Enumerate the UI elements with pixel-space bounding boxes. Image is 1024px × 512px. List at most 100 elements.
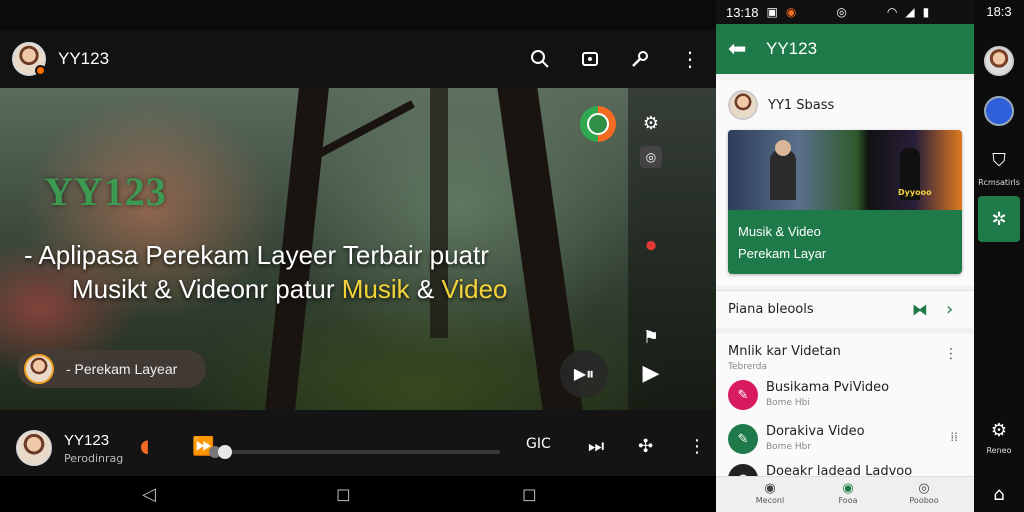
wrench-icon[interactable] <box>628 47 652 71</box>
video-list: Mnlik kar Videtan Tebrerda ⋮ ✎ Busikama … <box>716 334 974 476</box>
play-side-icon[interactable]: ▶ <box>640 361 662 386</box>
thumbnail-person <box>770 140 796 200</box>
nav-label: Fooa <box>838 496 858 505</box>
live-dot-icon <box>35 65 46 76</box>
nav-item-meconl[interactable]: ◉ Meconl <box>740 481 800 505</box>
list-item-icon: ● <box>728 464 758 476</box>
channel-name[interactable]: YY123 <box>58 49 109 69</box>
nav-profile-icon: ◎ <box>918 481 930 496</box>
thumbnail-subtitle: Perekam Layar <box>738 246 827 261</box>
rail-home-icon[interactable]: ⌂ <box>974 484 1024 505</box>
app-notif-icon: ◉ <box>785 5 797 19</box>
card-header: YY1 Sbass <box>728 90 834 120</box>
featured-thumbnail[interactable]: Dyyooo Musik & Video Perekam Layar <box>728 130 962 274</box>
volume-icon[interactable]: ◖ <box>140 436 149 457</box>
nav-home-icon: ◉ <box>764 481 776 496</box>
chip-label: - Perekam Layear <box>66 361 178 377</box>
thumbnail-tag: Dyyooo <box>898 188 932 197</box>
wifi-icon: ◠ <box>886 5 898 19</box>
status-bar: 13:18 ▣ ◉ ◎ ◠ ◢ ▮ <box>716 0 974 24</box>
signal-icon: ◢ <box>905 5 915 19</box>
headline-amp: & <box>409 274 442 304</box>
section-label: Piana bleools <box>728 302 814 317</box>
screen: YY123 ⋮ YY123 - Aplipasa Perekam Layeer … <box>0 0 1024 512</box>
headline-line-1: - Aplipasa Perekam Layeer Terbair puatr <box>24 240 489 270</box>
card-avatar <box>728 90 758 120</box>
seek-bar[interactable] <box>209 445 500 459</box>
list-item[interactable]: ✎ Busikama PviVideo Bome Hbi <box>728 378 968 414</box>
list-header: Mnlik kar Videtan <box>728 344 841 359</box>
list-item[interactable]: ● Doeakr ladead Ladvoo <box>728 462 968 476</box>
rail-app-icon[interactable] <box>984 96 1014 126</box>
record-icon[interactable]: ⏺ <box>640 233 662 257</box>
rail-selected-app-icon[interactable]: ✲ <box>978 196 1020 242</box>
top-actions: ⋮ <box>528 30 702 88</box>
quality-label[interactable]: GIC <box>526 436 551 452</box>
recorder-chip[interactable]: - Perekam Layear <box>18 350 206 388</box>
play-pause-button[interactable]: ▶⏸ <box>560 350 608 398</box>
rail-label-2: Reneo <box>986 446 1012 455</box>
video-logo: YY123 <box>44 169 167 214</box>
status-time: 13:18 <box>726 4 759 20</box>
list-item-title: Doeakr ladead Ladvoo <box>766 464 913 476</box>
app-bar: ⬅ YY123 <box>716 24 974 74</box>
player-top-bar: YY123 ⋮ <box>0 30 716 88</box>
more-vert-icon[interactable]: ⋮ <box>678 47 702 71</box>
bottom-navigation: ◉ Meconl ◉ Fooa ◎ Pooboo <box>716 476 974 512</box>
rail-settings-icon[interactable]: ⚙ <box>974 420 1024 441</box>
drag-handle-icon[interactable]: ⁞⁞ <box>950 430 958 444</box>
notification-icon: ▣ <box>766 5 778 19</box>
more-vert-icon[interactable]: ⋮ <box>688 436 706 457</box>
channel-avatar[interactable] <box>12 42 46 76</box>
recents-icon[interactable]: ◻ <box>522 484 537 505</box>
nav-feed-icon: ◉ <box>842 481 854 496</box>
search-icon[interactable] <box>528 47 552 71</box>
rail-clock: 18:3 <box>986 4 1012 19</box>
skip-next-icon[interactable]: ⏭ <box>588 436 604 457</box>
list-more-icon[interactable]: ⋮ <box>944 346 958 362</box>
headline-line-2: Musikt & Videonr patur Musik & Video <box>24 272 508 306</box>
headline-highlight-video: Video <box>441 274 508 304</box>
chip-avatar <box>24 354 54 384</box>
nav-label: Pooboo <box>909 496 939 505</box>
list-item-icon: ✎ <box>728 380 758 410</box>
headline-highlight-musik: Musik <box>341 274 410 304</box>
flag-icon[interactable]: ⚑ <box>640 326 662 348</box>
home-icon[interactable]: ◻ <box>336 484 351 505</box>
back-icon[interactable]: ◁ <box>142 484 156 505</box>
battery-icon: ▮ <box>922 5 930 19</box>
list-item-title: Dorakiva Video <box>766 424 865 439</box>
sync-icon: ◎ <box>836 5 847 19</box>
mini-channel-name: YY123 <box>64 432 110 449</box>
seek-knob[interactable] <box>218 445 233 459</box>
featured-card[interactable]: YY1 Sbass Dyyooo Musik & Video Perekam L… <box>716 80 974 286</box>
mini-avatar[interactable] <box>16 430 52 466</box>
cast-icon[interactable] <box>578 47 602 71</box>
circle-toggle-icon[interactable]: ◎ <box>640 146 662 168</box>
video-frame[interactable]: YY123 - Aplipasa Perekam Layeer Terbair … <box>0 88 716 410</box>
nav-item-fooa[interactable]: ◉ Fooa <box>818 481 878 505</box>
card-user: YY1 Sbass <box>768 97 835 113</box>
expand-icon[interactable]: ✣ <box>638 436 653 457</box>
nav-label: Meconl <box>755 496 785 505</box>
list-item-title: Busikama PviVideo <box>766 380 890 395</box>
thumbnail-image <box>728 130 962 210</box>
nav-item-pooboo[interactable]: ◎ Pooboo <box>894 481 954 505</box>
rail-avatar[interactable] <box>984 46 1014 76</box>
app-panel: 13:18 ▣ ◉ ◎ ◠ ◢ ▮ ⬅ YY123 YY1 Sbass Dyyo… <box>716 0 974 512</box>
app-title: YY123 <box>766 39 818 58</box>
section-row[interactable]: Piana bleools ⧓ › <box>716 290 974 328</box>
system-nav-bar: ◁ ◻ ◻ <box>0 476 716 512</box>
video-headline: - Aplipasa Perekam Layeer Terbair puatr … <box>24 238 508 306</box>
video-player: YY123 ⋮ YY123 - Aplipasa Perekam Layeer … <box>0 0 716 512</box>
thumbnail-title: Musik & Video <box>738 224 821 239</box>
back-arrow-icon[interactable]: ⬅ <box>728 37 754 62</box>
list-subheader: Tebrerda <box>728 362 768 372</box>
chevron-right-icon[interactable]: › <box>946 299 953 320</box>
bookmark-icon[interactable]: ⧓ <box>912 300 928 319</box>
settings-gear-icon[interactable]: ⚙ <box>640 112 662 134</box>
rail-shield-icon[interactable]: ⛉ <box>974 150 1024 171</box>
headline-line-2-prefix: Musikt & Videonr patur <box>72 274 342 304</box>
list-item[interactable]: ✎ Dorakiva Video Bome Hbr ⁞⁞ <box>728 422 968 458</box>
record-badge-icon[interactable] <box>580 106 616 142</box>
